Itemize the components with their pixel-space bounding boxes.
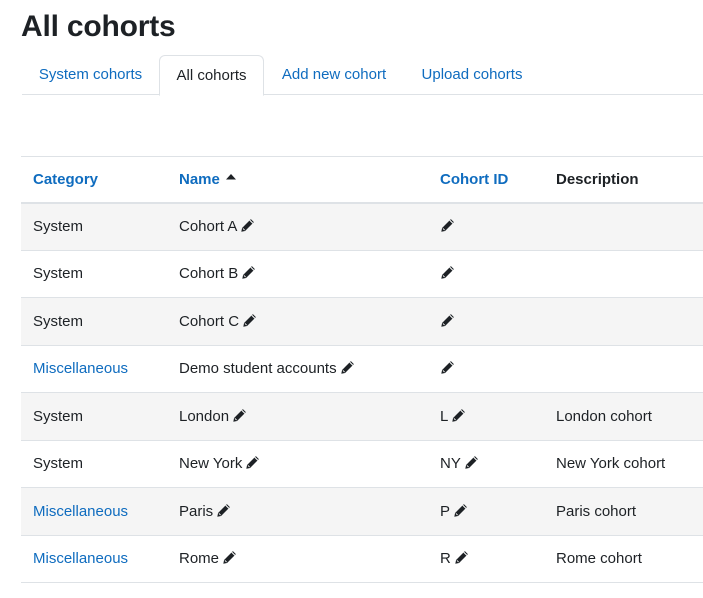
tab-all-cohorts[interactable]: All cohorts — [159, 55, 264, 96]
sort-asc-icon — [225, 172, 236, 182]
cohort-id-value[interactable]: L — [440, 408, 448, 425]
pencil-icon[interactable] — [240, 218, 255, 233]
cell-description: London cohort — [544, 392, 703, 441]
cohort-name[interactable]: Rome — [179, 550, 219, 567]
cell-name: Rome — [167, 535, 428, 583]
cell-description: Paris cohort — [544, 487, 703, 536]
header-cohort-id[interactable]: Cohort ID — [428, 156, 544, 204]
cell-description — [544, 297, 703, 346]
cell-cohort-id: R — [428, 535, 544, 583]
pencil-icon[interactable] — [451, 408, 466, 423]
pencil-icon[interactable] — [232, 408, 247, 423]
pencil-icon[interactable] — [216, 503, 231, 518]
category-link[interactable]: Miscellaneous — [33, 360, 128, 377]
cell-description: Rome cohort — [544, 535, 703, 583]
sort-by-name-link[interactable]: Name — [179, 171, 220, 188]
pencil-icon[interactable] — [440, 218, 455, 233]
sort-by-category-link[interactable]: Category — [33, 171, 98, 188]
page-title: All cohorts — [21, 10, 176, 43]
cell-cohort-id: P — [428, 487, 544, 536]
table-row: Miscellaneous Demo student accounts — [21, 345, 703, 393]
category-label: System — [33, 455, 84, 473]
cell-name: New York — [167, 440, 428, 488]
pencil-icon[interactable] — [241, 265, 256, 280]
cell-description — [544, 250, 703, 298]
table-row: Miscellaneous Rome R Rome cohort — [21, 535, 703, 583]
cohort-id-value[interactable]: P — [440, 503, 450, 520]
category-link[interactable]: Miscellaneous — [33, 503, 128, 520]
pencil-icon[interactable] — [245, 455, 260, 470]
table-row: System Cohort A — [21, 202, 703, 251]
category-link[interactable]: Miscellaneous — [33, 550, 128, 567]
cell-name: London — [167, 392, 428, 441]
cell-cohort-id — [428, 297, 544, 346]
cell-cohort-id — [428, 345, 544, 393]
pencil-icon[interactable] — [440, 360, 455, 375]
cell-category: System — [21, 250, 167, 298]
pencil-icon[interactable] — [464, 455, 479, 470]
category-label: System — [33, 265, 84, 283]
tab-add-new-cohort[interactable]: Add new cohort — [264, 55, 404, 95]
category-label: System — [33, 218, 84, 235]
cohort-name[interactable]: Paris — [179, 503, 213, 520]
cell-cohort-id — [428, 202, 544, 251]
pencil-icon[interactable] — [453, 503, 468, 518]
table-row: System London L London cohort — [21, 392, 703, 441]
header-description: Description — [544, 156, 703, 204]
cell-cohort-id: NY — [428, 440, 544, 488]
cell-cohort-id — [428, 250, 544, 298]
cell-category: System — [21, 202, 167, 251]
table-row: System New York NY New York cohort — [21, 440, 703, 488]
cell-name: Cohort C — [167, 297, 428, 346]
pencil-icon[interactable] — [242, 313, 257, 328]
tab-upload-cohorts[interactable]: Upload cohorts — [404, 55, 540, 95]
tab-bar: System cohorts All cohorts Add new cohor… — [22, 55, 703, 96]
cell-name: Paris — [167, 487, 428, 536]
cohort-name[interactable]: Demo student accounts — [179, 360, 337, 377]
pencil-icon[interactable] — [454, 550, 469, 565]
pencil-icon[interactable] — [440, 265, 455, 280]
cohort-name[interactable]: London — [179, 408, 229, 425]
table-row: System Cohort B — [21, 250, 703, 298]
cell-category: System — [21, 297, 167, 346]
category-label: System — [33, 312, 84, 330]
cohort-id-value[interactable]: R — [440, 550, 451, 567]
cell-cohort-id: L — [428, 392, 544, 441]
category-label: System — [33, 407, 84, 425]
pencil-icon[interactable] — [340, 360, 355, 375]
cell-name: Cohort A — [167, 202, 428, 251]
header-category[interactable]: Category — [21, 156, 167, 204]
tab-system-cohorts[interactable]: System cohorts — [22, 55, 159, 95]
cohort-id-value[interactable]: NY — [440, 455, 461, 472]
sort-by-cohort-id-link[interactable]: Cohort ID — [440, 171, 508, 188]
cell-category: Miscellaneous — [21, 535, 167, 583]
cohort-name[interactable]: Cohort B — [179, 265, 238, 282]
cell-name: Demo student accounts — [167, 345, 428, 393]
table-header-row: Category Name Cohort ID Description — [21, 156, 703, 204]
header-name[interactable]: Name — [167, 156, 428, 204]
cell-description: New York cohort — [544, 440, 703, 488]
cohorts-table: Category Name Cohort ID Description Syst… — [21, 156, 703, 583]
cell-category: System — [21, 440, 167, 488]
cell-name: Cohort B — [167, 250, 428, 298]
cohort-name[interactable]: Cohort C — [179, 313, 239, 330]
cell-description — [544, 202, 703, 251]
cell-category: Miscellaneous — [21, 487, 167, 536]
table-row: Miscellaneous Paris P Paris cohort — [21, 487, 703, 536]
cell-description — [544, 345, 703, 393]
pencil-icon[interactable] — [222, 550, 237, 565]
cell-category: System — [21, 392, 167, 441]
pencil-icon[interactable] — [440, 313, 455, 328]
cell-category: Miscellaneous — [21, 345, 167, 393]
cohort-name[interactable]: New York — [179, 455, 242, 472]
cohort-name[interactable]: Cohort A — [179, 218, 237, 235]
table-row: System Cohort C — [21, 297, 703, 346]
